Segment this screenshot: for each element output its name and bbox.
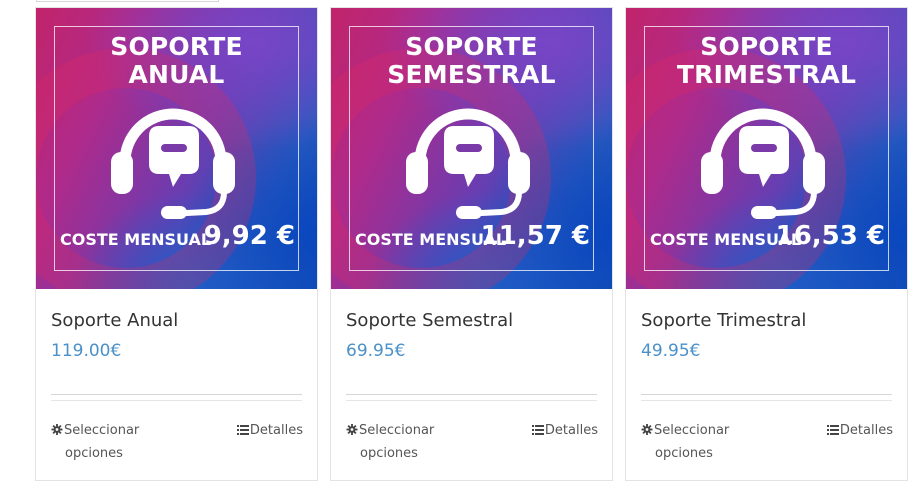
select-options-label-line1: Seleccionar (654, 423, 730, 438)
select-options-label-line2: opciones (360, 446, 418, 461)
cost-label: COSTE MENSUAL (60, 230, 212, 249)
product-image[interactable]: SOPORTE TRIMESTRAL COSTE MENSUAL 16,53 € (626, 8, 907, 289)
select-options-button[interactable]: Seleccionar opciones (640, 419, 750, 465)
details-label: Detalles (249, 423, 303, 438)
banner-title-line1: SOPORTE (405, 32, 538, 61)
gear-icon (641, 424, 653, 435)
list-icon (826, 425, 839, 435)
previous-element-edge (36, 0, 219, 2)
gear-icon (51, 424, 63, 435)
divider (51, 394, 302, 395)
details-link[interactable]: Detalles (236, 419, 303, 442)
select-options-label-line1: Seleccionar (64, 423, 140, 438)
product-name[interactable]: Soporte Anual (51, 310, 178, 332)
select-options-label-line2: opciones (65, 446, 123, 461)
details-label: Detalles (544, 423, 598, 438)
headset-chat-icon (111, 108, 235, 219)
select-options-button[interactable]: Seleccionar opciones (345, 419, 455, 465)
details-link[interactable]: Detalles (826, 419, 893, 442)
product-name[interactable]: Soporte Trimestral (641, 310, 806, 332)
product-image[interactable]: SOPORTE SEMESTRAL COSTE MENSUAL 11,57 € (331, 8, 612, 289)
divider (346, 394, 597, 395)
product-card-soporte-trimestral: SOPORTE TRIMESTRAL COSTE MENSUAL 16,53 €… (625, 7, 908, 481)
headset-chat-icon (701, 108, 825, 219)
banner-title-line2: SEMESTRAL (387, 60, 556, 89)
list-icon (236, 425, 249, 435)
product-card-soporte-semestral: SOPORTE SEMESTRAL COSTE MENSUAL 11,57 € … (330, 7, 613, 481)
product-price: 49.95€ (641, 341, 701, 361)
divider (641, 394, 892, 395)
list-icon (531, 425, 544, 435)
select-options-label-line2: opciones (655, 446, 713, 461)
select-options-button[interactable]: Seleccionar opciones (50, 419, 160, 465)
banner-title-line2: TRIMESTRAL (676, 60, 857, 89)
divider (51, 400, 302, 401)
select-options-label-line1: Seleccionar (359, 423, 435, 438)
gear-icon (346, 424, 358, 435)
cost-value: 9,92 € (203, 221, 295, 251)
divider (641, 400, 892, 401)
product-name[interactable]: Soporte Semestral (346, 310, 513, 332)
headset-chat-icon (406, 108, 530, 219)
banner-title-line2: ANUAL (128, 60, 225, 89)
product-image[interactable]: SOPORTE ANUAL COSTE MENSUAL 9,92 € (36, 8, 317, 289)
cost-value: 16,53 € (775, 221, 885, 251)
banner-title-line1: SOPORTE (110, 32, 243, 61)
cost-value: 11,57 € (480, 221, 590, 251)
product-price: 119.00€ (51, 341, 122, 361)
divider (346, 400, 597, 401)
product-card-soporte-anual: SOPORTE ANUAL COSTE MENSUAL 9,92 € Sopor… (35, 7, 318, 481)
details-label: Detalles (839, 423, 893, 438)
details-link[interactable]: Detalles (531, 419, 598, 442)
banner-title-line1: SOPORTE (700, 32, 833, 61)
product-price: 69.95€ (346, 341, 406, 361)
